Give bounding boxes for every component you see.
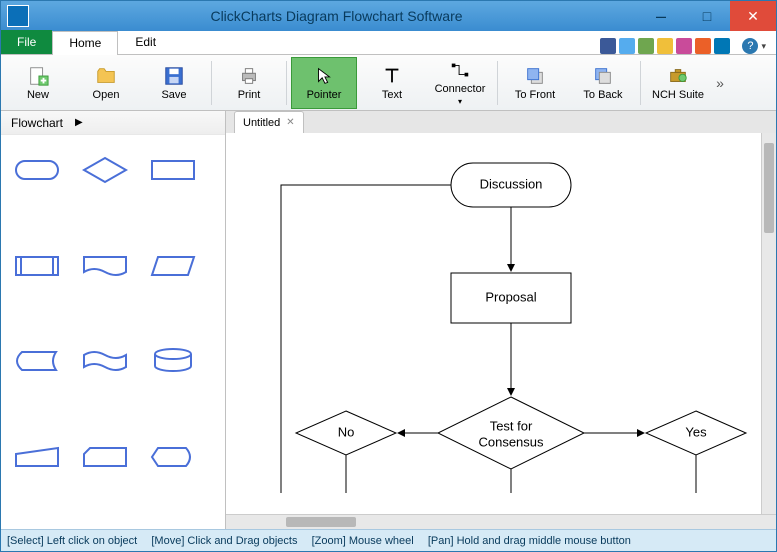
document-tab[interactable]: Untitled ✕ (234, 111, 304, 133)
tofront-icon (524, 65, 546, 87)
shape-document[interactable] (73, 241, 137, 291)
shape-database[interactable] (141, 336, 205, 386)
shape-card[interactable] (73, 432, 137, 482)
document-tab-strip: Untitled ✕ (226, 111, 776, 133)
node-yes[interactable]: Yes (685, 424, 707, 439)
horizontal-scrollbar[interactable] (226, 514, 776, 529)
window-title: ClickCharts Diagram Flowchart Software (35, 8, 638, 24)
connector-button[interactable]: Connector ▾ (427, 57, 493, 109)
to-back-button[interactable]: To Back (570, 57, 636, 109)
shape-display[interactable] (141, 432, 205, 482)
ribbon-separator (211, 61, 212, 105)
sidebar-header[interactable]: Flowchart ▶ (1, 111, 225, 135)
print-icon (238, 65, 260, 87)
close-button[interactable] (730, 1, 776, 31)
node-no[interactable]: No (338, 424, 355, 439)
ribbon-tab-strip: File Home Edit ? ▾ (1, 31, 776, 55)
shape-stored-data[interactable] (5, 336, 69, 386)
stumbleupon-icon[interactable] (695, 38, 711, 54)
new-icon (27, 65, 49, 87)
shape-data[interactable] (141, 241, 205, 291)
save-button[interactable]: Save (141, 57, 207, 109)
node-discussion[interactable]: Discussion (480, 176, 543, 191)
connector-icon (449, 59, 471, 81)
text-button[interactable]: Text (359, 57, 425, 109)
ribbon: New Open Save Print Pointer Text Connect… (1, 55, 776, 111)
shape-manual-input[interactable] (5, 432, 69, 482)
ribbon-separator (640, 61, 641, 105)
google-plus-icon[interactable] (638, 38, 654, 54)
open-icon (95, 65, 117, 87)
print-button[interactable]: Print (216, 57, 282, 109)
suite-icon (667, 65, 689, 87)
maximize-button[interactable] (684, 1, 730, 31)
pointer-icon (313, 65, 335, 87)
shape-tape[interactable] (73, 336, 137, 386)
nch-suite-button[interactable]: NCH Suite (645, 57, 711, 109)
shape-palette (1, 135, 225, 529)
ribbon-overflow-icon[interactable]: » (713, 75, 727, 91)
shape-terminator[interactable] (5, 145, 69, 195)
help-dropdown-icon[interactable]: ▾ (761, 41, 766, 52)
new-button[interactable]: New (5, 57, 71, 109)
twitter-icon[interactable] (619, 38, 635, 54)
open-button[interactable]: Open (73, 57, 139, 109)
help-icon[interactable]: ? (742, 38, 758, 54)
dropdown-icon[interactable]: ▾ (458, 97, 462, 106)
node-proposal[interactable]: Proposal (485, 289, 536, 304)
status-select: [Select] Left click on object (7, 535, 137, 547)
canvas[interactable]: Discussion Proposal Test for Conse (226, 133, 761, 514)
titlebar: ClickCharts Diagram Flowchart Software (1, 1, 776, 31)
tab-edit[interactable]: Edit (118, 30, 173, 54)
node-test-l2[interactable]: Consensus (478, 434, 544, 449)
file-menu[interactable]: File (1, 30, 52, 54)
shape-predefined[interactable] (5, 241, 69, 291)
chevron-right-icon: ▶ (75, 117, 83, 128)
ribbon-separator (286, 61, 287, 105)
shapes-sidebar: Flowchart ▶ (1, 111, 226, 529)
pointer-button[interactable]: Pointer (291, 57, 357, 109)
save-icon (163, 65, 185, 87)
close-tab-icon[interactable]: ✕ (286, 117, 294, 128)
app-window: ClickCharts Diagram Flowchart Software F… (0, 0, 777, 552)
status-bar: [Select] Left click on object [Move] Cli… (1, 529, 776, 551)
ribbon-separator (497, 61, 498, 105)
status-zoom: [Zoom] Mouse wheel (312, 535, 414, 547)
app-icon (7, 5, 29, 27)
social-bar: ? ▾ (600, 38, 776, 54)
node-test-l1[interactable]: Test for (490, 418, 533, 433)
linkedin-icon[interactable] (714, 38, 730, 54)
facebook-icon[interactable] (600, 38, 616, 54)
toback-icon (592, 65, 614, 87)
shape-process[interactable] (141, 145, 205, 195)
to-front-button[interactable]: To Front (502, 57, 568, 109)
tab-home[interactable]: Home (52, 31, 118, 55)
shape-decision[interactable] (73, 145, 137, 195)
status-move: [Move] Click and Drag objects (151, 535, 297, 547)
minimize-button[interactable] (638, 1, 684, 31)
vertical-scrollbar[interactable] (761, 133, 776, 514)
text-icon (381, 65, 403, 87)
people-icon[interactable] (676, 38, 692, 54)
bookmark-icon[interactable] (657, 38, 673, 54)
status-pan: [Pan] Hold and drag middle mouse button (428, 535, 631, 547)
